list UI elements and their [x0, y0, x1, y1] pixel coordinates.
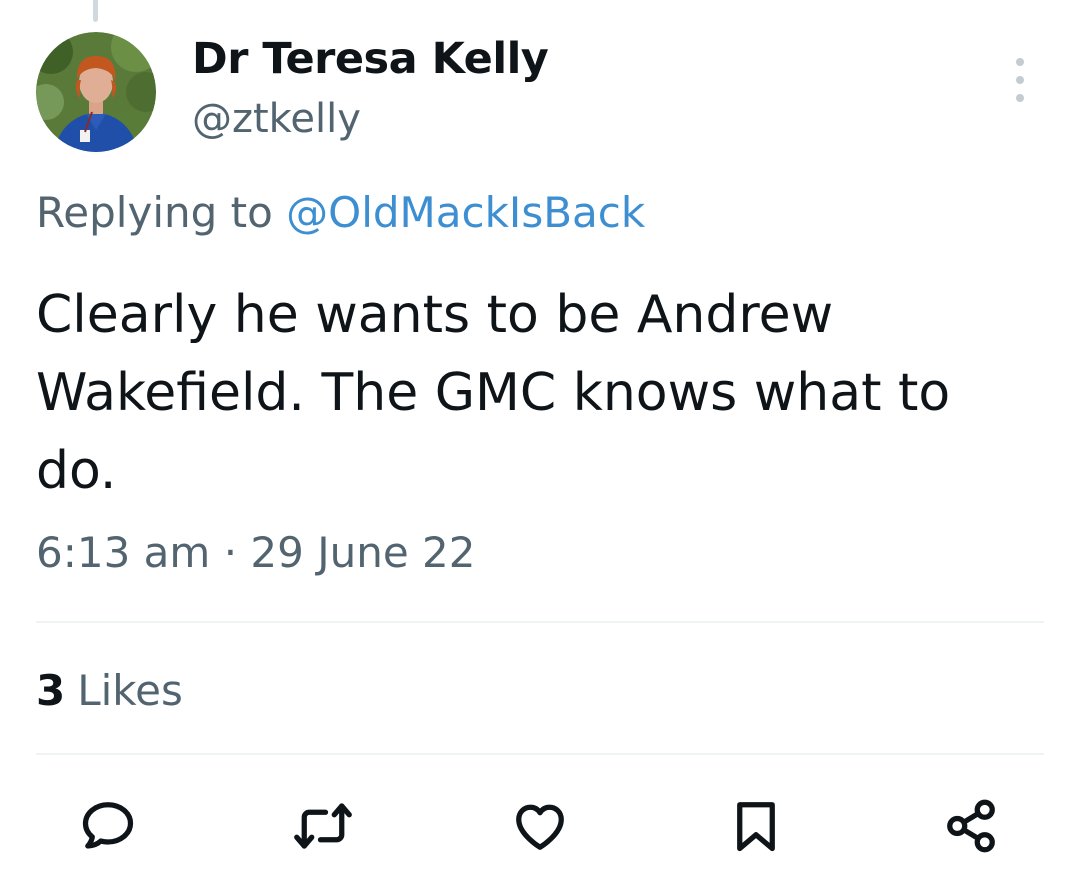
avatar[interactable]	[36, 32, 156, 152]
likes-count: 3	[36, 666, 66, 715]
reply-mention-link[interactable]: @OldMackIsBack	[286, 188, 645, 237]
more-options-button[interactable]	[1004, 58, 1036, 102]
more-dot-icon	[1016, 94, 1024, 102]
like-button[interactable]	[508, 794, 572, 858]
tweet-timestamp[interactable]: 6:13 am · 29 June 22	[36, 528, 475, 577]
bookmark-icon	[737, 802, 775, 852]
tweet-detail: Dr Teresa Kelly @ztkelly Replying to @Ol…	[0, 0, 1080, 876]
tweet-time: 6:13 am	[36, 528, 211, 577]
retweet-button[interactable]	[291, 794, 355, 858]
share-button[interactable]	[939, 794, 1003, 858]
more-dot-icon	[1016, 58, 1024, 66]
heart-icon	[516, 804, 564, 850]
divider	[36, 621, 1044, 623]
profile-photo-icon	[36, 32, 156, 152]
reply-icon	[82, 802, 134, 849]
tweet-date: 29 June 22	[250, 528, 476, 577]
timestamp-separator: ·	[223, 528, 238, 577]
more-dot-icon	[1016, 76, 1024, 84]
likes-stat[interactable]: 3 Likes	[36, 666, 183, 715]
author-handle[interactable]: @ztkelly	[192, 96, 361, 142]
bookmark-button[interactable]	[724, 794, 788, 858]
retweet-icon	[294, 803, 352, 849]
share-icon	[947, 799, 995, 853]
author-display-name[interactable]: Dr Teresa Kelly	[192, 34, 549, 84]
likes-label: Likes	[77, 666, 183, 715]
replying-to-label: Replying to	[36, 188, 273, 237]
replying-to: Replying to @OldMackIsBack	[36, 188, 645, 237]
divider	[36, 753, 1044, 755]
thread-connector-line	[93, 0, 98, 22]
reply-button[interactable]	[76, 794, 140, 858]
tweet-text: Clearly he wants to be Andrew Wakefield.…	[36, 285, 951, 501]
